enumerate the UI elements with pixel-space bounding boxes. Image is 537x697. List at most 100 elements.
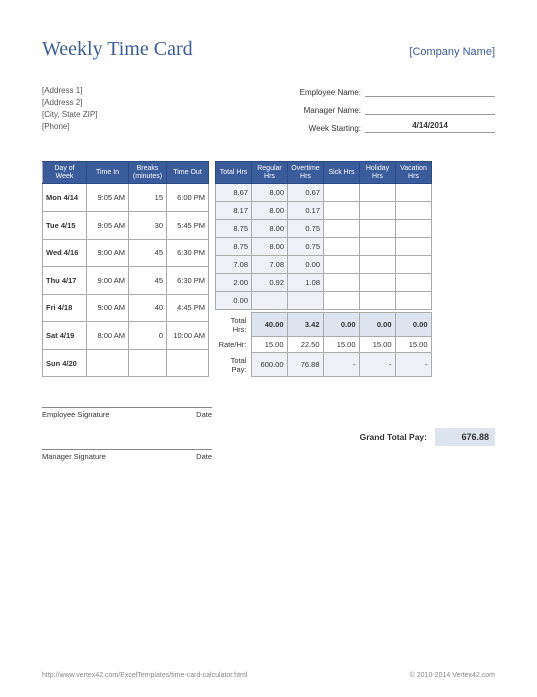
- cell-br[interactable]: [129, 349, 167, 377]
- address-city: [City, State ZIP]: [42, 109, 97, 121]
- cell-hol[interactable]: [360, 256, 396, 274]
- pay-label: Total Pay:: [215, 353, 251, 377]
- cell-sick[interactable]: [324, 292, 360, 310]
- cell-in[interactable]: 9:05 AM: [87, 211, 129, 239]
- rate-holiday[interactable]: 15.00: [359, 337, 395, 353]
- cell-in[interactable]: [87, 349, 129, 377]
- grand-total-row: Grand Total Pay: 676.88: [360, 413, 495, 461]
- total-hrs-label: Total Hrs:: [215, 313, 251, 337]
- cell-in[interactable]: 9:00 AM: [87, 294, 129, 322]
- cell-hol[interactable]: [360, 274, 396, 292]
- rate-sick[interactable]: 15.00: [323, 337, 359, 353]
- col-vacation-hrs: Vacation Hrs: [396, 162, 432, 184]
- cell-reg: [252, 292, 288, 310]
- table-row: 8.678.000.67: [216, 184, 432, 202]
- cell-tot: 8.17: [216, 202, 252, 220]
- col-time-out: Time Out: [167, 162, 209, 184]
- cell-out[interactable]: 10:00 AM: [167, 322, 209, 350]
- week-starting-field[interactable]: 4/14/2014: [365, 121, 495, 133]
- manager-name-field[interactable]: [365, 103, 495, 115]
- cell-out[interactable]: 4:45 PM: [167, 294, 209, 322]
- address-block: [Address 1] [Address 2] [City, State ZIP…: [42, 85, 97, 139]
- address-line2: [Address 2]: [42, 97, 97, 109]
- cell-vac[interactable]: [396, 256, 432, 274]
- cell-in[interactable]: 9:00 AM: [87, 239, 129, 267]
- page-title: Weekly Time Card: [42, 38, 193, 61]
- employee-date-label: Date: [196, 410, 212, 419]
- cell-in[interactable]: 8:00 AM: [87, 322, 129, 350]
- pay-regular: 600.00: [251, 353, 287, 377]
- cell-out[interactable]: 6:00 PM: [167, 184, 209, 212]
- cell-hol[interactable]: [360, 220, 396, 238]
- manager-name-label: Manager Name:: [291, 106, 365, 115]
- table-row: Wed 4/169:00 AM456:30 PM: [43, 239, 209, 267]
- cell-hol[interactable]: [360, 292, 396, 310]
- table-row: 8.758.000.75: [216, 238, 432, 256]
- cell-vac[interactable]: [396, 274, 432, 292]
- cell-sick[interactable]: [324, 274, 360, 292]
- cell-tot: 7.08: [216, 256, 252, 274]
- pay-holiday: -: [359, 353, 395, 377]
- footer-url: http://www.vertex42.com/ExcelTemplates/t…: [42, 672, 247, 679]
- cell-vac[interactable]: [396, 292, 432, 310]
- cell-br[interactable]: 45: [129, 239, 167, 267]
- cell-vac[interactable]: [396, 202, 432, 220]
- cell-ot: [288, 292, 324, 310]
- address-phone: [Phone]: [42, 121, 97, 133]
- cell-br[interactable]: 0: [129, 322, 167, 350]
- cell-in[interactable]: 9:05 AM: [87, 184, 129, 212]
- manager-signature-label: Manager Signature: [42, 452, 106, 461]
- time-entry-table: Day of Week Time In Breaks (minutes) Tim…: [42, 161, 209, 377]
- address-line1: [Address 1]: [42, 85, 97, 97]
- cell-br[interactable]: 45: [129, 267, 167, 295]
- cell-br[interactable]: 15: [129, 184, 167, 212]
- cell-vac[interactable]: [396, 238, 432, 256]
- table-row: Sat 4/198:00 AM010:00 AM: [43, 322, 209, 350]
- cell-sick[interactable]: [324, 238, 360, 256]
- table-row: 2.000.921.08: [216, 274, 432, 292]
- col-holiday-hrs: Holiday Hrs: [360, 162, 396, 184]
- cell-sick[interactable]: [324, 202, 360, 220]
- week-starting-label: Week Starting:: [291, 124, 365, 133]
- cell-sick[interactable]: [324, 220, 360, 238]
- cell-hol[interactable]: [360, 238, 396, 256]
- total-holiday: 0.00: [359, 313, 395, 337]
- rate-overtime[interactable]: 22.50: [287, 337, 323, 353]
- table-row: Sun 4/20: [43, 349, 209, 377]
- cell-vac[interactable]: [396, 184, 432, 202]
- total-sick: 0.00: [323, 313, 359, 337]
- total-regular: 40.00: [251, 313, 287, 337]
- cell-hol[interactable]: [360, 202, 396, 220]
- cell-ot: 0.17: [288, 202, 324, 220]
- cell-ot: 1.08: [288, 274, 324, 292]
- cell-sick[interactable]: [324, 184, 360, 202]
- cell-out[interactable]: [167, 349, 209, 377]
- cell-in[interactable]: 9:00 AM: [87, 267, 129, 295]
- cell-out[interactable]: 5:45 PM: [167, 211, 209, 239]
- cell-br[interactable]: 30: [129, 211, 167, 239]
- cell-vac[interactable]: [396, 220, 432, 238]
- rate-regular[interactable]: 15.00: [251, 337, 287, 353]
- cell-br[interactable]: 40: [129, 294, 167, 322]
- col-sick-hrs: Sick Hrs: [324, 162, 360, 184]
- rate-vacation[interactable]: 15.00: [395, 337, 431, 353]
- grand-total-label: Grand Total Pay:: [360, 432, 427, 442]
- employee-name-field[interactable]: [365, 85, 495, 97]
- table-row: 8.758.000.75: [216, 220, 432, 238]
- table-row: Fri 4/189:00 AM404:45 PM: [43, 294, 209, 322]
- cell-day: Fri 4/18: [43, 294, 87, 322]
- cell-sick[interactable]: [324, 256, 360, 274]
- manager-signature-block: Manager Signature Date: [42, 449, 212, 461]
- table-row: Mon 4/149:05 AM156:00 PM: [43, 184, 209, 212]
- cell-reg: 8.00: [252, 220, 288, 238]
- col-time-in: Time In: [87, 162, 129, 184]
- cell-hol[interactable]: [360, 184, 396, 202]
- summary-table: Total Hrs: 40.00 3.42 0.00 0.00 0.00 Rat…: [215, 312, 432, 377]
- col-breaks: Breaks (minutes): [129, 162, 167, 184]
- cell-day: Mon 4/14: [43, 184, 87, 212]
- cell-out[interactable]: 6:30 PM: [167, 239, 209, 267]
- cell-day: Tue 4/15: [43, 211, 87, 239]
- cell-out[interactable]: 6:30 PM: [167, 267, 209, 295]
- cell-ot: 0.00: [288, 256, 324, 274]
- cell-tot: 8.75: [216, 238, 252, 256]
